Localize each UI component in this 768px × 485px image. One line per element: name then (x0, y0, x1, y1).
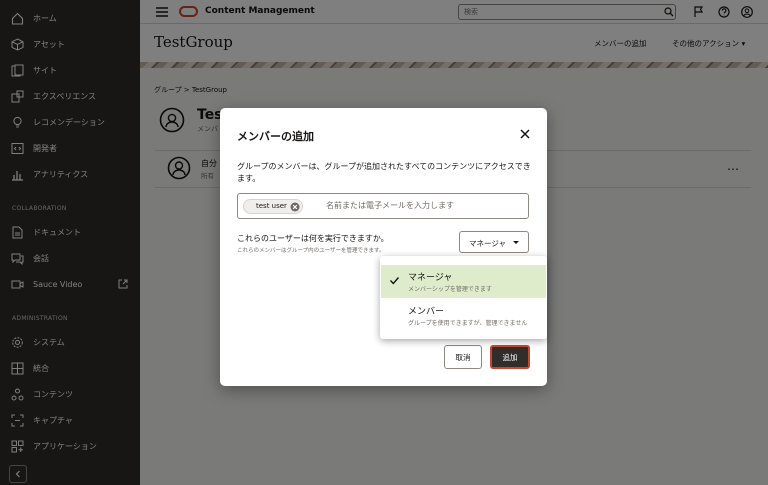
role-dropdown-menu: マネージャ メンバーシップを管理できます メンバー グループを使用できますが、管… (380, 256, 547, 339)
chip-label: test user (256, 202, 287, 210)
option-name: メンバー (408, 307, 445, 317)
role-option-member[interactable]: メンバー グループを使用できますが、管理できません (381, 299, 546, 332)
role-question: これらのユーザーは何を実行できますか。 (237, 234, 389, 243)
role-hint: これらのメンバーはグループ内のユーザーを管理できます。 (237, 248, 385, 254)
remove-chip-icon[interactable] (290, 202, 300, 212)
name-email-input[interactable] (326, 201, 521, 210)
add-button[interactable]: 追加 (490, 345, 530, 369)
user-chip[interactable]: test user (243, 199, 303, 214)
option-desc: グループを使用できますが、管理できません (408, 320, 528, 327)
add-member-dialog: メンバーの追加 グループのメンバーは、グループが追加されたすべてのコンテンツにア… (220, 108, 547, 386)
member-input-field[interactable]: test user (237, 193, 529, 219)
checkmark-icon (389, 275, 400, 286)
cancel-button[interactable]: 取消 (444, 345, 482, 369)
option-desc: メンバーシップを管理できます (408, 286, 492, 293)
dialog-description: グループのメンバーは、グループが追加されたすべてのコンテンツにアクセスできます。 (237, 162, 531, 183)
role-select[interactable]: マネージャ (459, 231, 529, 253)
caret-down-icon (513, 241, 519, 244)
role-select-value: マネージャ (469, 239, 506, 248)
role-option-manager[interactable]: マネージャ メンバーシップを管理できます (381, 265, 546, 298)
option-name: マネージャ (408, 273, 453, 283)
close-icon[interactable] (518, 127, 532, 141)
dialog-title: メンバーの追加 (237, 130, 314, 143)
